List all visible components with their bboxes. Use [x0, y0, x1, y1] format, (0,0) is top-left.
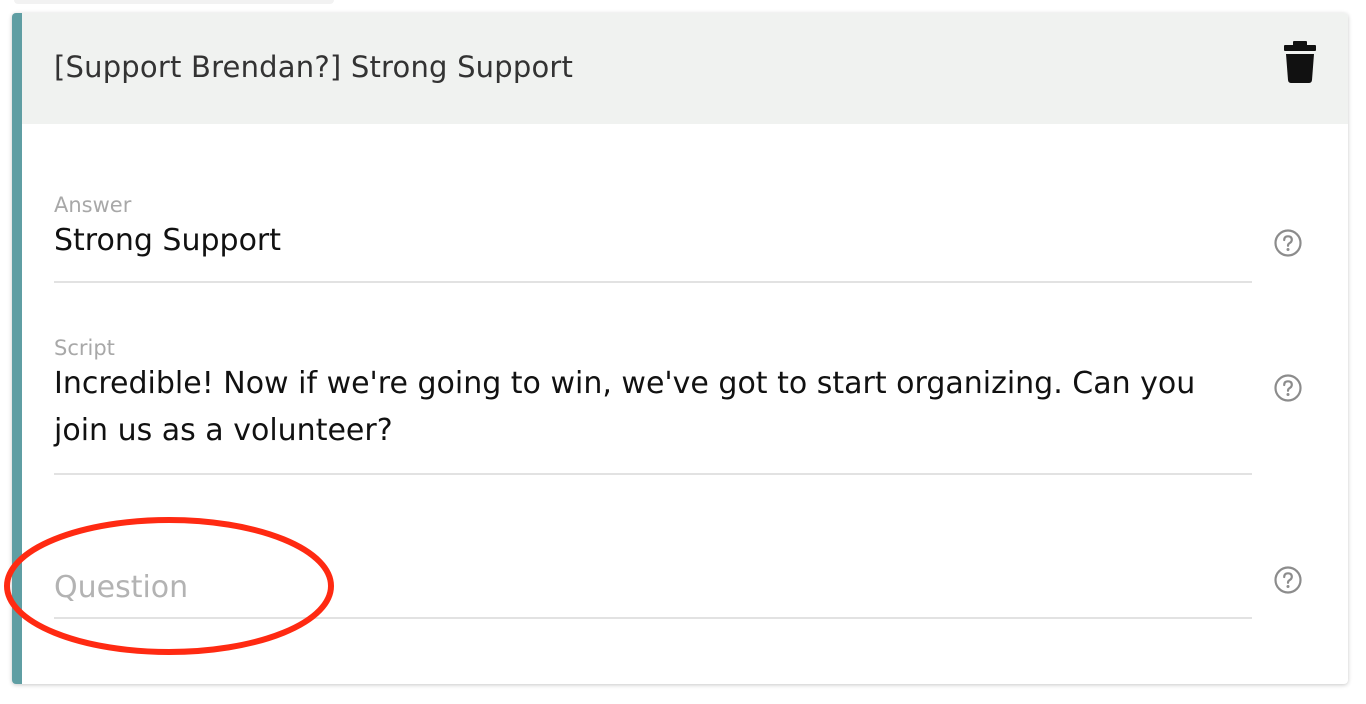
question-input-placeholder[interactable]: Question: [54, 568, 1252, 608]
answer-label: Answer: [54, 193, 132, 217]
card-header: [Support Brendan?] Strong Support: [22, 13, 1348, 124]
script-help-button[interactable]: [1274, 374, 1302, 402]
answer-help-button[interactable]: [1274, 229, 1302, 257]
script-label: Script: [54, 336, 115, 360]
question-circle-icon: [1274, 374, 1302, 402]
delete-button[interactable]: [1284, 41, 1316, 83]
question-circle-icon: [1274, 566, 1302, 594]
question-help-button[interactable]: [1274, 566, 1302, 594]
answer-input[interactable]: Strong Support: [54, 217, 1252, 264]
response-card: [Support Brendan?] Strong Support Answer…: [12, 13, 1348, 684]
question-field[interactable]: Question: [54, 558, 1252, 619]
question-circle-icon: [1274, 229, 1302, 257]
card-title: [Support Brendan?] Strong Support: [54, 50, 574, 84]
script-field[interactable]: Script Incredible! Now if we're going to…: [54, 336, 1252, 475]
trash-icon: [1284, 41, 1316, 83]
script-textarea[interactable]: Incredible! Now if we're going to win, w…: [54, 360, 1246, 454]
answer-field[interactable]: Answer Strong Support: [54, 193, 1252, 283]
previous-card-edge: [14, 0, 334, 4]
